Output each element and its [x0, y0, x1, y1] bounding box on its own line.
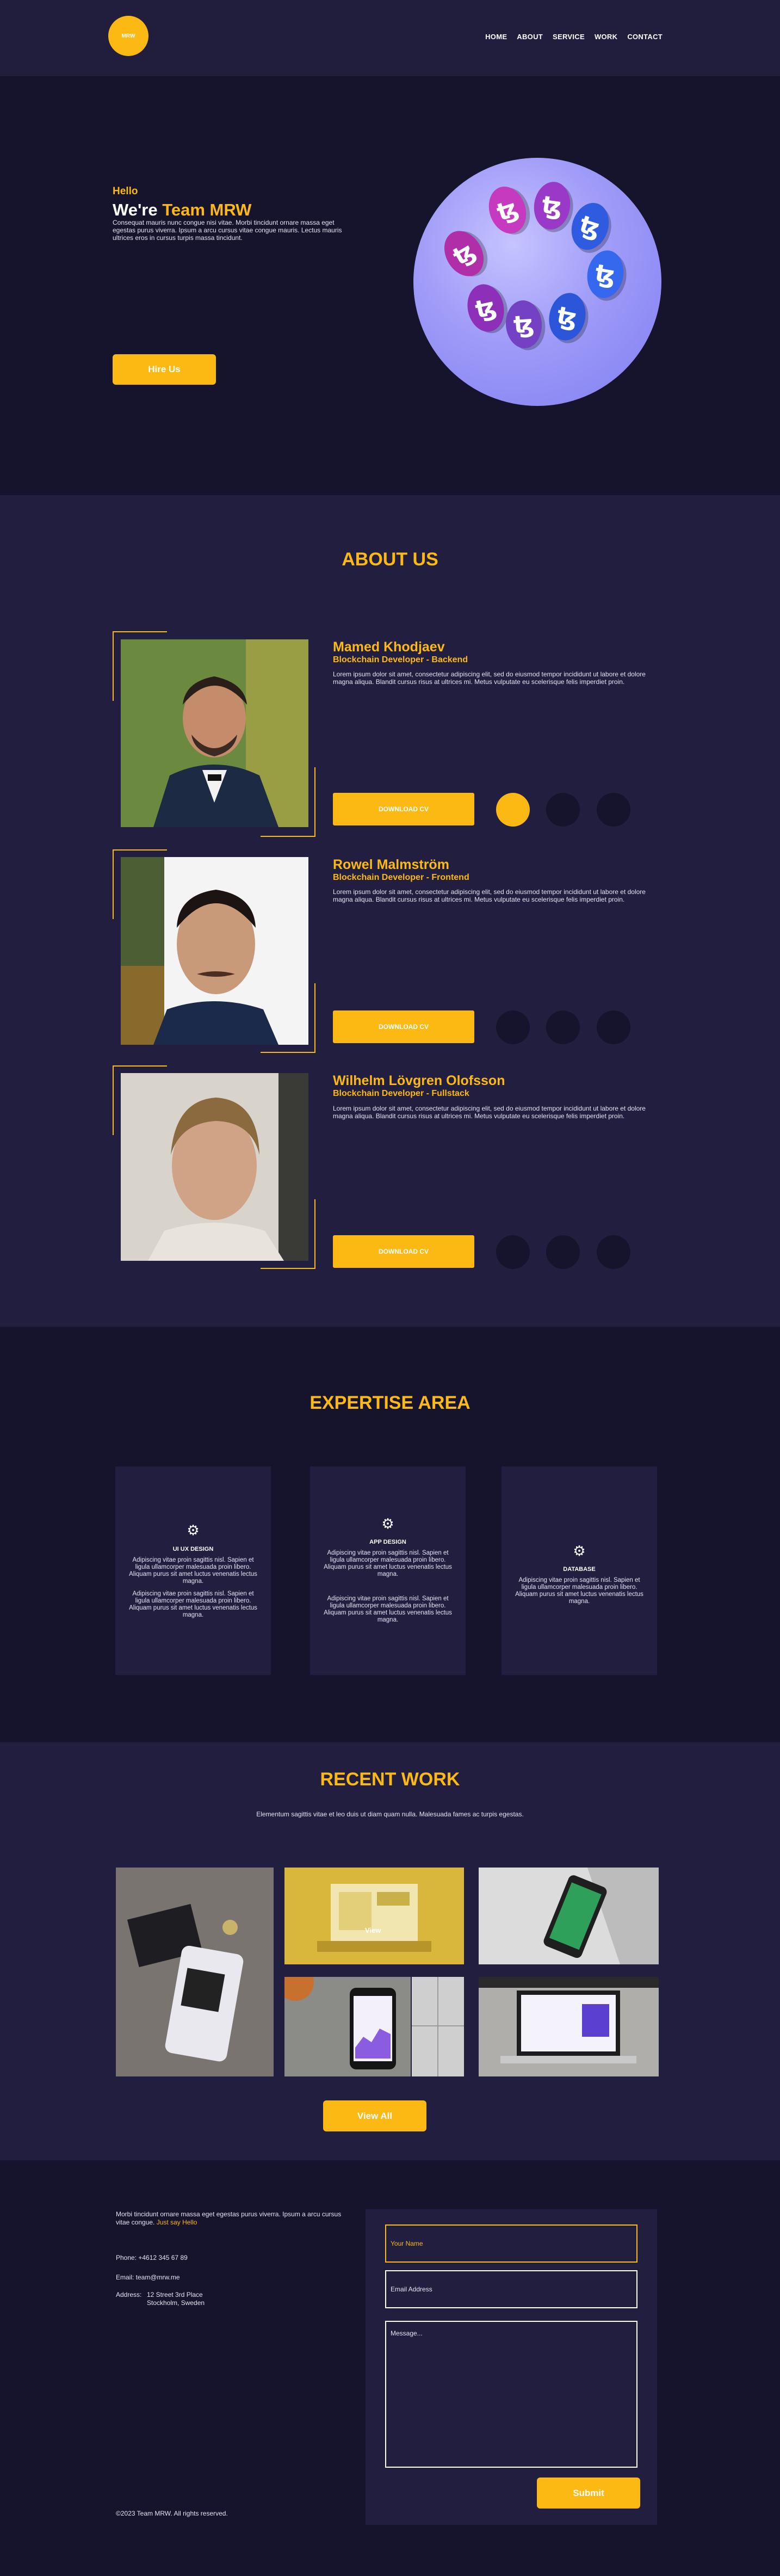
- expertise-card-title: APP DESIGN: [369, 1539, 406, 1545]
- email-input[interactable]: [385, 2270, 637, 2308]
- recent-work-title: RECENT WORK: [320, 1769, 460, 1790]
- hero-illustration: ꜩ ꜩ ꜩ ꜩ ꜩ ꜩ ꜩ ꜩ: [413, 158, 661, 406]
- logo-text: MRW: [121, 33, 135, 39]
- nav-work[interactable]: WORK: [595, 33, 617, 41]
- phone-app-photo: [479, 1868, 659, 1964]
- phone-qr-photo: [116, 1868, 274, 2076]
- social-dot[interactable]: [597, 1010, 630, 1044]
- expertise-card-text: Adipiscing vitae proin sagittis nisl. Sa…: [129, 1557, 257, 1585]
- member-description: Lorem ipsum dolor sit amet, consectetur …: [333, 888, 646, 903]
- hero-title: We're Team MRW: [113, 200, 251, 220]
- member-photo: [121, 857, 308, 1045]
- person-photo: [121, 1073, 308, 1261]
- laptop-site-photo: [479, 1977, 659, 2076]
- social-dot[interactable]: [597, 1235, 630, 1269]
- main-nav: HOME ABOUT SERVICE WORK CONTACT: [485, 33, 663, 41]
- tezos-coin-icon: ꜩ: [544, 289, 590, 344]
- hero-description: Consequat mauris nunc congue nisi vitae.…: [113, 219, 342, 242]
- footer-address-label: Address:: [116, 2291, 142, 2298]
- phone-chart-photo: [284, 1977, 411, 2076]
- about-title: ABOUT US: [342, 549, 438, 570]
- expertise-card: ⚙ APP DESIGN Adipiscing vitae proin sagi…: [310, 1466, 466, 1675]
- social-dot[interactable]: [546, 1010, 580, 1044]
- tezos-coin-icon: ꜩ: [531, 179, 573, 232]
- tiles-photo: [412, 1977, 464, 2076]
- member-role: Blockchain Developer - Backend: [333, 655, 468, 664]
- member-photo: [121, 1073, 308, 1261]
- work-tile[interactable]: [284, 1977, 411, 2076]
- social-dot[interactable]: [546, 793, 580, 827]
- name-input[interactable]: [385, 2224, 637, 2263]
- download-cv-button[interactable]: DOWNLOAD CV: [333, 793, 474, 825]
- social-dot[interactable]: [546, 1235, 580, 1269]
- tezos-coin-icon: ꜩ: [436, 224, 492, 284]
- work-tile[interactable]: View: [284, 1868, 464, 1964]
- expertise-card-title: DATABASE: [563, 1566, 596, 1573]
- work-tile[interactable]: [479, 1977, 659, 2076]
- nav-service[interactable]: SERVICE: [553, 33, 585, 41]
- work-tile[interactable]: [412, 1977, 464, 2076]
- expertise-card-text: Adipiscing vitae proin sagittis nisl. Sa…: [129, 1591, 257, 1618]
- expertise-card-text: Adipiscing vitae proin sagittis nisl. Sa…: [515, 1577, 643, 1605]
- work-tile[interactable]: [116, 1868, 274, 2076]
- social-dot[interactable]: [496, 1010, 530, 1044]
- hero-section: [0, 76, 780, 495]
- person-photo: [121, 857, 308, 1045]
- expertise-icon: ⚙: [187, 1522, 200, 1538]
- laptop-photo: [284, 1868, 464, 1964]
- social-dot[interactable]: [496, 1235, 530, 1269]
- download-cv-button[interactable]: DOWNLOAD CV: [333, 1235, 474, 1268]
- download-cv-button[interactable]: DOWNLOAD CV: [333, 1010, 474, 1043]
- footer-phone: Phone: +4612 345 67 89: [116, 2254, 188, 2261]
- expertise-icon: ⚙: [573, 1543, 586, 1559]
- footer-email: Email: team@mrw.me: [116, 2273, 180, 2281]
- view-overlay-label: View: [365, 1926, 381, 1934]
- expertise-card-title: UI UX DESIGN: [172, 1546, 214, 1552]
- tezos-coin-icon: ꜩ: [504, 299, 543, 350]
- footer-intro-text: Morbi tincidunt ornare massa eget egesta…: [116, 2210, 342, 2226]
- hire-us-button[interactable]: Hire Us: [113, 354, 216, 385]
- contact-form: Submit: [366, 2209, 657, 2525]
- member-name: Wilhelm Lövgren Olofsson: [333, 1073, 505, 1088]
- submit-button[interactable]: Submit: [537, 2478, 640, 2509]
- view-all-button[interactable]: View All: [323, 2100, 426, 2131]
- hero-title-prefix: We're: [113, 200, 163, 219]
- recent-work-subtitle: Elementum sagittis vitae et leo duis ut …: [256, 1810, 524, 1818]
- footer-intro-highlight: Just say Hello: [156, 2218, 197, 2226]
- social-dot[interactable]: [496, 793, 530, 827]
- logo[interactable]: MRW: [108, 16, 148, 56]
- member-name: Rowel Malmström: [333, 857, 449, 872]
- expertise-card: ⚙ DATABASE Adipiscing vitae proin sagitt…: [502, 1466, 657, 1675]
- social-dot[interactable]: [597, 793, 630, 827]
- footer-address-line1: 12 Street 3rd Place: [147, 2291, 203, 2298]
- message-textarea[interactable]: [385, 2321, 637, 2468]
- person-photo: [121, 639, 308, 827]
- member-photo: [121, 639, 308, 827]
- expertise-title: EXPERTISE AREA: [309, 1392, 471, 1413]
- member-role: Blockchain Developer - Fullstack: [333, 1089, 469, 1098]
- tezos-coin-icon: ꜩ: [566, 198, 615, 255]
- expertise-card-text: Adipiscing vitae proin sagittis nisl. Sa…: [324, 1550, 452, 1577]
- member-role: Blockchain Developer - Frontend: [333, 873, 469, 882]
- nav-about[interactable]: ABOUT: [517, 33, 543, 41]
- nav-contact[interactable]: CONTACT: [627, 33, 663, 41]
- site-header: MRW HOME ABOUT SERVICE WORK CONTACT: [0, 0, 780, 76]
- member-description: Lorem ipsum dolor sit amet, consectetur …: [333, 670, 646, 686]
- member-name: Mamed Khodjaev: [333, 639, 445, 655]
- expertise-card-text: Adipiscing vitae proin sagittis nisl. Sa…: [324, 1595, 452, 1623]
- tezos-coin-icon: ꜩ: [483, 181, 532, 239]
- tezos-coin-icon: ꜩ: [463, 281, 509, 335]
- nav-home[interactable]: HOME: [485, 33, 507, 41]
- copyright: ©2023 Team MRW. All rights reserved.: [116, 2510, 228, 2517]
- member-description: Lorem ipsum dolor sit amet, consectetur …: [333, 1105, 646, 1120]
- hero-hello: Hello: [113, 186, 138, 197]
- work-tile[interactable]: [479, 1868, 659, 1964]
- tezos-coin-icon: ꜩ: [583, 247, 628, 301]
- expertise-card: ⚙ UI UX DESIGN Adipiscing vitae proin sa…: [115, 1466, 271, 1675]
- expertise-icon: ⚙: [381, 1515, 394, 1532]
- footer-intro: Morbi tincidunt ornare massa eget egesta…: [116, 2210, 344, 2227]
- footer-address-line2: Stockholm, Sweden: [147, 2299, 205, 2307]
- hero-title-highlight: Team MRW: [162, 200, 252, 219]
